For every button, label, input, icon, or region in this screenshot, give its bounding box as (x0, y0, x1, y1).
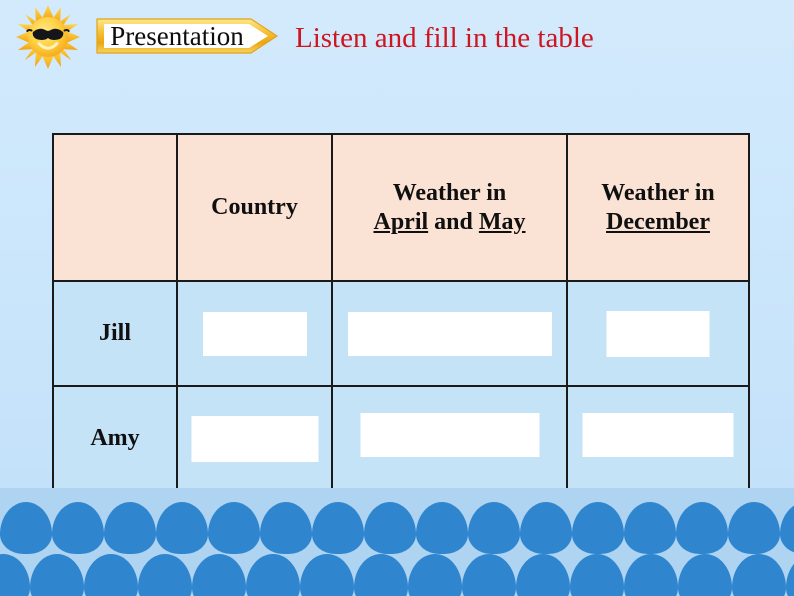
cell-jill-april-may[interactable] (331, 280, 568, 387)
dome-shape (408, 554, 462, 596)
dome-shape (30, 554, 84, 596)
dome-shape (520, 502, 572, 554)
dome-shape (780, 502, 794, 554)
header-april-word: April (373, 208, 429, 235)
dome-shape (156, 502, 208, 554)
dome-shape (570, 554, 624, 596)
header-may-word: May (478, 208, 526, 235)
dome-shape (208, 502, 260, 554)
cell-amy-country[interactable] (176, 385, 333, 492)
cell-amy-december[interactable] (566, 385, 750, 492)
dome-row-back (0, 502, 794, 554)
sun-sunglasses-icon (6, 4, 98, 70)
table-header-row: Country Weather in April and May Weather… (52, 133, 750, 282)
dome-row-front (0, 554, 794, 596)
dome-shape (260, 502, 312, 554)
dome-shape (416, 502, 468, 554)
row-name-text: Jill (98, 320, 131, 346)
header-april-may-line1: Weather in (392, 180, 507, 207)
table-row: Jill (52, 280, 750, 387)
header-december-line1: Weather in (601, 180, 715, 207)
dome-shape (468, 502, 520, 554)
header-cell-country: Country (176, 133, 333, 282)
dome-shape (0, 554, 30, 596)
row-label-jill: Jill (52, 280, 178, 387)
dome-shape (52, 502, 104, 554)
dome-shape (462, 554, 516, 596)
dome-shape (104, 502, 156, 554)
header-cell-april-may: Weather in April and May (331, 133, 568, 282)
header-country-label: Country (211, 194, 298, 221)
banner-label: Presentation (110, 20, 244, 51)
dome-shape (312, 502, 364, 554)
dome-shape (354, 554, 408, 596)
header-cell-december: Weather in December (566, 133, 750, 282)
header-april-may-line2: April and May (333, 208, 566, 236)
page-title: Listen and fill in the table (295, 22, 594, 54)
dome-shape (678, 554, 732, 596)
table-row: Amy (52, 385, 750, 492)
row-label-amy: Amy (52, 385, 178, 492)
answer-cover-box[interactable] (191, 415, 318, 462)
dome-shape (192, 554, 246, 596)
cell-amy-april-may[interactable] (331, 385, 568, 492)
dome-shape (572, 502, 624, 554)
dome-shape (138, 554, 192, 596)
dome-shape (732, 554, 786, 596)
dome-shape (624, 502, 676, 554)
dome-shape (364, 502, 416, 554)
dome-shape (676, 502, 728, 554)
dome-shape (786, 554, 794, 596)
weather-table: Country Weather in April and May Weather… (52, 133, 750, 492)
row-name-text: Amy (90, 425, 140, 451)
answer-cover-box[interactable] (347, 311, 552, 356)
dome-shape (0, 502, 52, 554)
answer-cover-box[interactable] (202, 311, 307, 356)
cell-jill-december[interactable] (566, 280, 750, 387)
bottom-decoration-band (0, 488, 794, 596)
dome-shape (728, 502, 780, 554)
dome-shape (516, 554, 570, 596)
answer-cover-box[interactable] (360, 413, 539, 458)
slide-canvas: Presentation Listen and fill in the tabl… (0, 0, 794, 596)
dome-shape (300, 554, 354, 596)
dome-shape (246, 554, 300, 596)
answer-cover-box[interactable] (582, 413, 734, 458)
header-cell-blank (52, 133, 178, 282)
header-december-line2: December (606, 208, 710, 235)
answer-cover-box[interactable] (606, 310, 710, 357)
header-and-word: and (428, 208, 479, 235)
presentation-banner[interactable]: Presentation (93, 13, 281, 59)
dome-shape (624, 554, 678, 596)
dome-shape (84, 554, 138, 596)
cell-jill-country[interactable] (176, 280, 333, 387)
